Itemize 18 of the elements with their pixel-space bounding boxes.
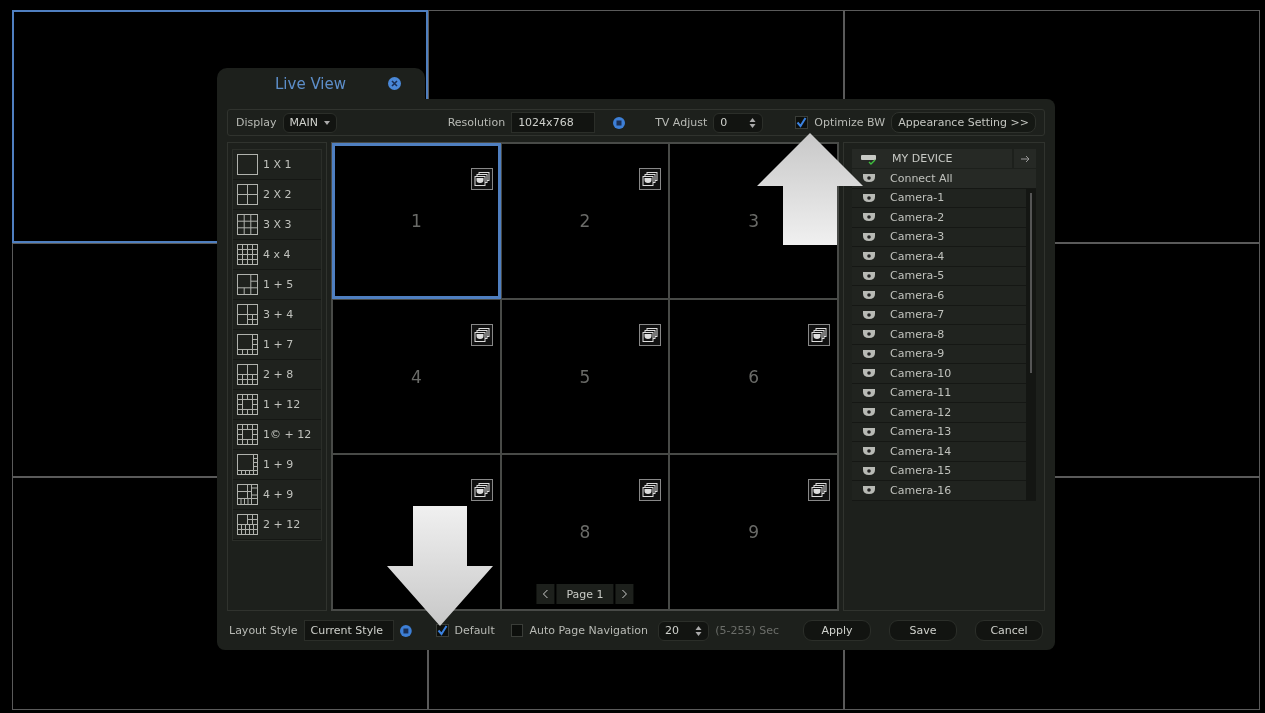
window-title: Live View [275,74,346,93]
display-label: Display [236,116,277,129]
cell-number: 2 [579,210,591,231]
cell-number: 9 [748,522,760,543]
layout-style-label: Layout Style [229,624,298,637]
interval-hint: (5-255) Sec [715,624,779,637]
cell-number: 4 [410,366,422,387]
default-label: Default [454,624,495,637]
cell-number: 5 [579,366,591,387]
page-label: Page 1 [556,584,614,605]
resolution-label: Resolution [447,116,506,129]
cell-number: 3 [748,210,760,231]
auto-page-label: Auto Page Navigation [529,624,648,637]
tv-adjust-label: TV Adjust [655,116,708,129]
cell-number: 8 [579,522,591,543]
cell-number: 6 [748,366,760,387]
cell-number: 1 [410,210,422,231]
optimize-bw-label: Optimize BW [814,116,886,129]
